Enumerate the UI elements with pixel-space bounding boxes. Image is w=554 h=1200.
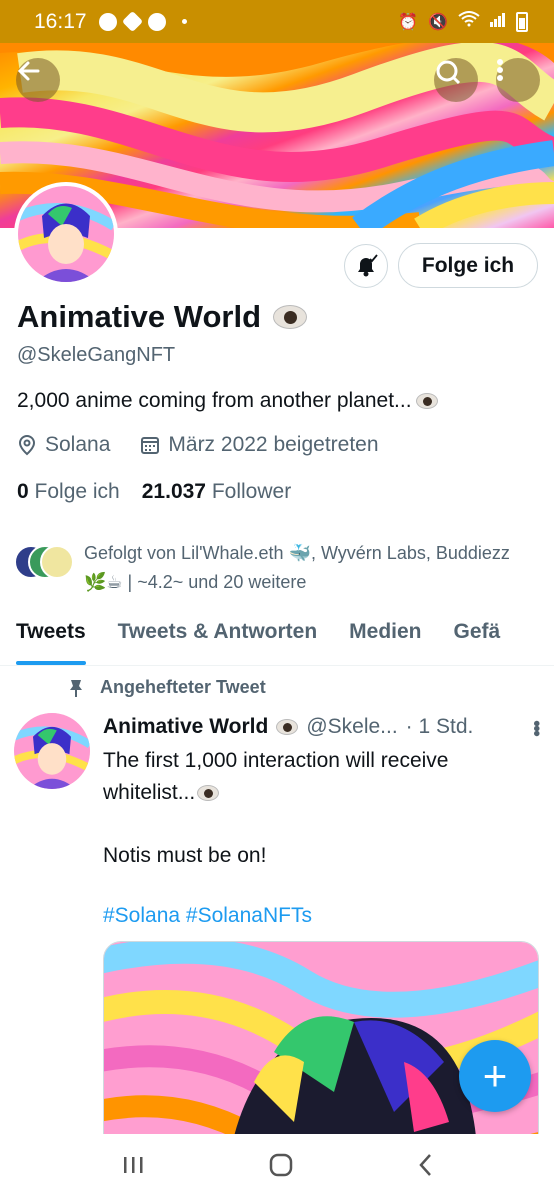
recent-apps-icon[interactable] bbox=[121, 1155, 145, 1180]
tab-tweets-and-replies[interactable]: Tweets & Antworten bbox=[102, 604, 334, 665]
app-notification-icon bbox=[121, 10, 143, 33]
system-navigation-bar bbox=[0, 1134, 554, 1200]
tweet-text-line: Notis must be on! bbox=[103, 844, 267, 867]
tweet-hashtags[interactable]: #Solana #SolanaNFTs bbox=[103, 900, 312, 932]
tweet-author-name[interactable]: Animative World bbox=[103, 715, 268, 739]
battery-icon bbox=[516, 11, 528, 32]
more-vertical-icon bbox=[497, 59, 503, 81]
more-notifications-dot bbox=[181, 19, 187, 24]
tweet-more-icon[interactable]: ••• bbox=[524, 719, 547, 734]
mute-icon: 🔇 bbox=[428, 13, 448, 31]
following-link[interactable]: 0 Folge ich bbox=[17, 480, 120, 504]
signal-icon bbox=[490, 11, 506, 32]
profile-location: Solana bbox=[45, 433, 111, 456]
home-icon[interactable] bbox=[268, 1152, 294, 1183]
followed-by-text: Gefolgt von Lil'Whale.eth 🐳, Wyvérn Labs… bbox=[84, 543, 510, 592]
tweet-text-row: whitelist... bbox=[103, 777, 220, 809]
facebook-icon bbox=[147, 12, 166, 31]
profile-counts: 0 Folge ich 21.037 Follower bbox=[17, 480, 291, 504]
tweet-time: · 1 Std. bbox=[405, 715, 474, 738]
eye-emoji-icon bbox=[415, 393, 438, 409]
profile-bio-row: 2,000 anime coming from another planet..… bbox=[17, 389, 438, 413]
compose-tweet-button[interactable]: + bbox=[459, 1040, 531, 1112]
plus-icon: + bbox=[482, 1052, 508, 1099]
tweet-text-line: whitelist... bbox=[103, 781, 196, 804]
tweet-author-avatar[interactable] bbox=[14, 713, 90, 789]
notification-bell-button[interactable] bbox=[344, 244, 388, 288]
profile-bio: 2,000 anime coming from another planet..… bbox=[17, 389, 412, 412]
facebook-icon bbox=[98, 12, 117, 31]
back-nav-icon[interactable] bbox=[417, 1152, 433, 1183]
followers-label: Follower bbox=[211, 480, 292, 503]
follow-button[interactable]: Folge ich bbox=[398, 243, 538, 288]
more-options-button[interactable] bbox=[496, 58, 540, 102]
calendar-icon bbox=[141, 437, 160, 454]
back-button[interactable] bbox=[16, 58, 60, 102]
tab-likes[interactable]: Gefä bbox=[438, 604, 517, 665]
profile-handle: @SkeleGangNFT bbox=[17, 344, 176, 366]
eye-emoji-icon bbox=[276, 719, 299, 735]
pinned-tweet-label: Angehefteter Tweet bbox=[68, 677, 266, 698]
profile-meta: Solana März 2022 beigetreten bbox=[17, 433, 379, 457]
profile-avatar[interactable] bbox=[14, 182, 118, 286]
pin-icon bbox=[70, 679, 82, 697]
back-arrow-icon bbox=[17, 61, 40, 81]
bell-icon bbox=[358, 254, 378, 277]
followers-count: 21.037 bbox=[141, 480, 206, 503]
tweet-author-handle: @Skele... bbox=[306, 715, 398, 738]
location-pin-icon bbox=[18, 434, 36, 456]
eye-emoji-icon bbox=[197, 785, 220, 801]
wifi-icon bbox=[458, 11, 480, 32]
profile-name: Animative World bbox=[17, 299, 262, 334]
status-system-icons: ⏰ 🔇 bbox=[398, 11, 528, 32]
following-label: Folge ich bbox=[34, 480, 120, 503]
tweet-text-line: The first 1,000 interaction will receive bbox=[103, 749, 449, 772]
avatar bbox=[40, 545, 74, 579]
status-bar: 16:17 ⏰ 🔇 bbox=[0, 0, 554, 43]
profile-joined-date: März 2022 beigetreten bbox=[168, 433, 379, 456]
search-button[interactable] bbox=[434, 58, 478, 102]
status-time: 16:17 bbox=[34, 9, 87, 33]
following-count: 0 bbox=[17, 480, 29, 503]
eye-emoji-icon bbox=[273, 305, 308, 329]
search-icon bbox=[436, 60, 461, 85]
profile-name-row: Animative World bbox=[17, 299, 308, 335]
tab-tweets[interactable]: Tweets bbox=[0, 604, 102, 665]
profile-tabs: Tweets Tweets & Antworten Medien Gefä bbox=[0, 604, 554, 666]
followed-by[interactable]: Gefolgt von Lil'Whale.eth 🐳, Wyvérn Labs… bbox=[14, 539, 534, 597]
pinned-label-text: Angehefteter Tweet bbox=[100, 677, 266, 697]
followers-link[interactable]: 21.037 Follower bbox=[142, 480, 291, 504]
tweet-header: Animative World @Skele... · 1 Std. ••• bbox=[103, 715, 547, 739]
status-notification-icons bbox=[98, 10, 187, 33]
followed-by-avatars bbox=[14, 545, 74, 581]
tab-media[interactable]: Medien bbox=[333, 604, 437, 665]
alarm-icon: ⏰ bbox=[398, 13, 419, 31]
